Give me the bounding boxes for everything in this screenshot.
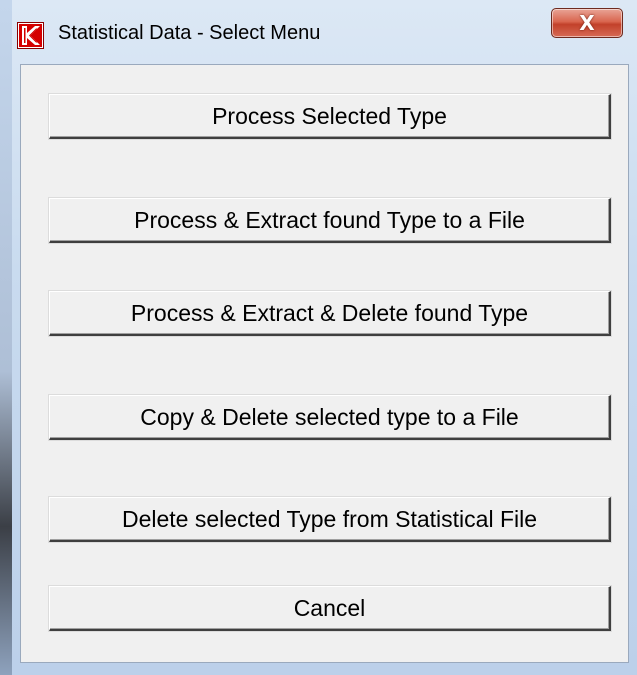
dialog-window: Statistical Data - Select Menu X Process… — [0, 0, 637, 675]
copy-delete-to-file-button[interactable]: Copy & Delete selected type to a File — [49, 395, 611, 440]
process-selected-type-button[interactable]: Process Selected Type — [49, 94, 611, 139]
process-extract-to-file-button[interactable]: Process & Extract found Type to a File — [49, 198, 611, 243]
process-extract-delete-button[interactable]: Process & Extract & Delete found Type — [49, 291, 611, 336]
close-button[interactable]: X — [551, 8, 623, 38]
window-title: Statistical Data - Select Menu — [58, 22, 321, 44]
title-bar[interactable]: Statistical Data - Select Menu X — [0, 0, 637, 64]
delete-from-statistical-file-button[interactable]: Delete selected Type from Statistical Fi… — [49, 497, 611, 542]
close-icon: X — [579, 11, 595, 35]
cancel-button[interactable]: Cancel — [49, 586, 611, 631]
dialog-body: Process Selected Type Process & Extract … — [20, 64, 629, 663]
k-logo-icon — [17, 22, 44, 49]
